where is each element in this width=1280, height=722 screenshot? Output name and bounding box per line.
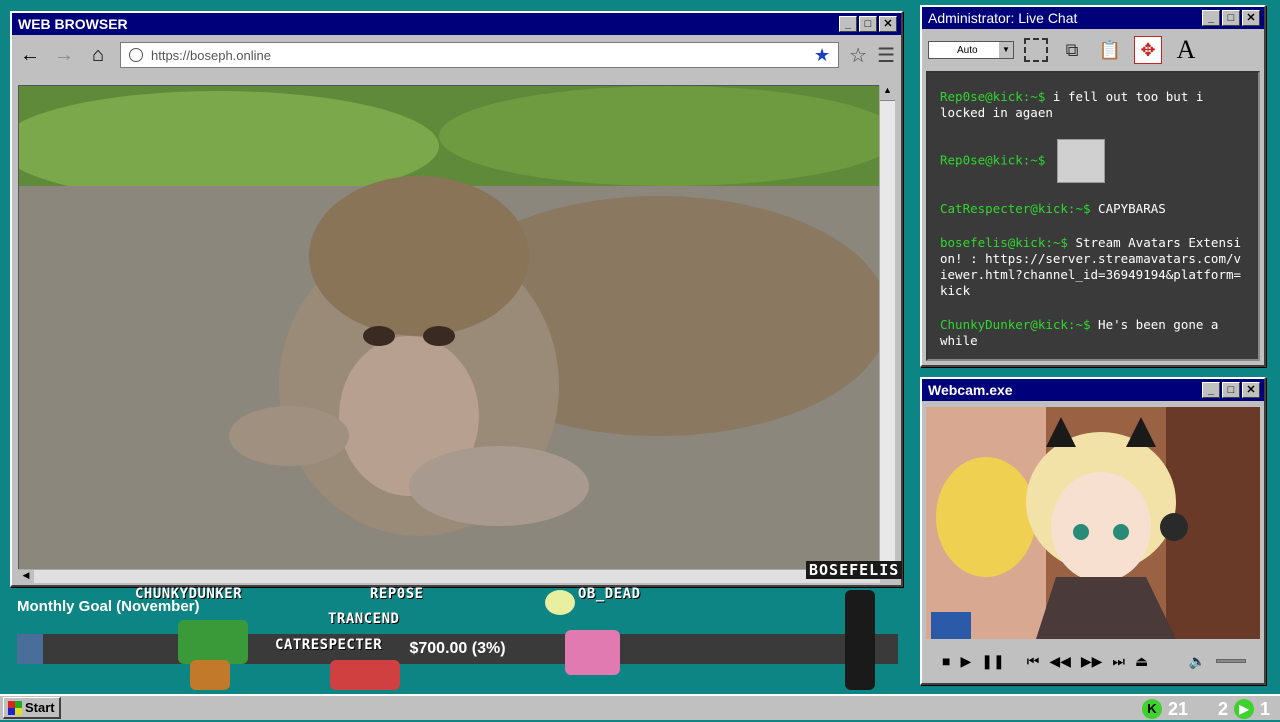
maximize-button[interactable]: □ bbox=[859, 16, 877, 32]
goal-amount: $700.00 (3%) bbox=[409, 640, 506, 657]
maximize-button[interactable]: □ bbox=[1222, 382, 1240, 398]
taskbar: Start K 21 2 ▶ 1 bbox=[0, 694, 1280, 720]
webcam-title: Webcam.exe bbox=[928, 382, 1013, 398]
copy-icon[interactable]: ⧉ bbox=[1058, 36, 1086, 64]
font-icon[interactable]: A bbox=[1172, 35, 1200, 64]
avatar-name: TRANCEND bbox=[328, 611, 400, 627]
chat-username: Rep0se@kick:~$ bbox=[940, 89, 1046, 104]
stream-video[interactable] bbox=[18, 85, 880, 571]
browser-window: WEB BROWSER _ □ ✕ ← → ⌂ https://boseph.o… bbox=[10, 11, 903, 587]
font-size-dropdown[interactable]: Auto ▼ bbox=[928, 41, 1014, 59]
chat-message: bosefelis@kick:~$ Stream Avatars Extensi… bbox=[940, 235, 1248, 299]
chat-text: CAPYBARAS bbox=[1098, 201, 1166, 216]
back-arrow-icon[interactable]: ← bbox=[18, 44, 42, 67]
minimize-button[interactable]: _ bbox=[1202, 382, 1220, 398]
webcam-feed bbox=[926, 407, 1260, 639]
start-label: Start bbox=[25, 700, 55, 715]
address-bar[interactable]: https://boseph.online ★ bbox=[120, 42, 840, 68]
close-button[interactable]: ✕ bbox=[879, 16, 897, 32]
skip-back-icon[interactable]: ⏮ bbox=[1027, 653, 1040, 670]
chat-username: CatRespecter@kick:~$ bbox=[940, 201, 1091, 216]
volume-slider[interactable] bbox=[1216, 659, 1246, 663]
bookmark-star-icon[interactable]: ★ bbox=[814, 45, 830, 66]
dropdown-value: Auto bbox=[957, 44, 978, 56]
play-icon: ▶ bbox=[1233, 699, 1254, 719]
browser-navbar: ← → ⌂ https://boseph.online ★ ☆ ☰ bbox=[12, 35, 901, 75]
avatar-name: REP0SE bbox=[370, 586, 424, 602]
vtuber-avatar-image bbox=[926, 407, 1260, 639]
avatar-name: OB_DEAD bbox=[578, 586, 641, 602]
favorites-icon[interactable]: ☆ bbox=[849, 43, 867, 68]
kick-icon: K bbox=[1141, 699, 1162, 719]
url-text: https://boseph.online bbox=[151, 47, 271, 63]
browser-title: WEB BROWSER bbox=[18, 16, 128, 32]
chevron-down-icon: ▼ bbox=[999, 42, 1013, 58]
stop-icon[interactable]: ■ bbox=[942, 653, 950, 669]
monkey-video-frame bbox=[19, 86, 879, 570]
chat-titlebar[interactable]: Administrator: Live Chat _ □ ✕ bbox=[922, 7, 1264, 29]
play-icon[interactable]: ▶ bbox=[960, 653, 971, 670]
webcam-titlebar[interactable]: Webcam.exe _ □ ✕ bbox=[922, 379, 1264, 401]
avatar-sprite bbox=[190, 660, 230, 690]
pause-icon[interactable]: ❚❚ bbox=[981, 653, 1004, 670]
move-icon[interactable]: ✥ bbox=[1134, 36, 1162, 64]
chat-username: bosefelis@kick:~$ bbox=[940, 235, 1068, 250]
avatar-sprite bbox=[178, 620, 248, 664]
chat-username: Rep0se@kick:~$ bbox=[940, 152, 1046, 168]
select-icon[interactable] bbox=[1024, 38, 1048, 62]
goal-progress-bar: $700.00 (3%) bbox=[17, 634, 898, 664]
volume-icon[interactable]: 🔈 bbox=[1189, 653, 1206, 670]
close-button[interactable]: ✕ bbox=[1242, 10, 1260, 26]
menu-icon[interactable]: ☰ bbox=[877, 43, 895, 68]
horizontal-scrollbar[interactable]: ◀ bbox=[18, 569, 880, 583]
chat-title: Administrator: Live Chat bbox=[928, 10, 1078, 26]
close-button[interactable]: ✕ bbox=[1242, 382, 1260, 398]
chat-message: CatRespecter@kick:~$ CAPYBARAS bbox=[940, 201, 1248, 217]
paste-icon[interactable]: 📋 bbox=[1096, 36, 1124, 64]
vertical-scrollbar[interactable]: ▲ bbox=[879, 85, 895, 571]
avatar-sprite bbox=[330, 660, 400, 690]
avatar-sprite bbox=[565, 630, 620, 675]
minimize-button[interactable]: _ bbox=[839, 16, 857, 32]
chat-message: Rep0se@kick:~$ i fell out too but i lock… bbox=[940, 89, 1248, 121]
chat-message: Rep0se@kick:~$ bbox=[940, 139, 1248, 183]
browser-titlebar[interactable]: WEB BROWSER _ □ ✕ bbox=[12, 13, 901, 35]
start-button[interactable]: Start bbox=[3, 697, 61, 719]
home-icon[interactable]: ⌂ bbox=[86, 44, 110, 67]
windows-logo-icon bbox=[8, 700, 22, 715]
avatar-sprite bbox=[545, 590, 575, 615]
media-controls: ■ ▶ ❚❚ ⏮ ◀◀ ▶▶ ⏭ ⏏ 🔈 bbox=[926, 645, 1260, 677]
chat-window: Administrator: Live Chat _ □ ✕ Auto ▼ ⧉ … bbox=[920, 5, 1266, 367]
forward-arrow-icon[interactable]: → bbox=[52, 44, 76, 67]
chat-log[interactable]: Rep0se@kick:~$ i fell out too but i lock… bbox=[926, 71, 1260, 361]
avatar-name: CHUNKYDUNKER bbox=[135, 586, 243, 602]
webcam-window: Webcam.exe _ □ ✕ ■ ▶ ❚❚ ⏮ ◀◀ ▶▶ ⏭ ⏏ 🔈 bbox=[920, 377, 1266, 685]
avatar-sprite bbox=[845, 590, 875, 690]
tray-count: 1 bbox=[1259, 698, 1270, 719]
maximize-button[interactable]: □ bbox=[1222, 10, 1240, 26]
minimize-button[interactable]: _ bbox=[1202, 10, 1220, 26]
skip-forward-icon[interactable]: ⏭ bbox=[1112, 653, 1125, 670]
chat-username: ChunkyDunker@kick:~$ bbox=[940, 317, 1091, 332]
tray-count: 21 bbox=[1167, 698, 1188, 719]
rewind-icon[interactable]: ◀◀ bbox=[1049, 653, 1071, 670]
eject-icon[interactable]: ⏏ bbox=[1135, 653, 1148, 670]
system-tray: K 21 2 ▶ 1 bbox=[1141, 696, 1270, 722]
avatar-name: CATRESPECTER bbox=[275, 637, 383, 653]
chat-message: ChunkyDunker@kick:~$ He's been gone a wh… bbox=[940, 317, 1248, 349]
streamer-tag: BOSEFELIS bbox=[806, 561, 903, 579]
fast-forward-icon[interactable]: ▶▶ bbox=[1081, 653, 1103, 670]
globe-icon bbox=[129, 48, 143, 62]
tray-count: 2 bbox=[1217, 698, 1228, 719]
chat-toolbar: Auto ▼ ⧉ 📋 ✥ A bbox=[922, 29, 1264, 71]
emote-image bbox=[1056, 139, 1105, 183]
